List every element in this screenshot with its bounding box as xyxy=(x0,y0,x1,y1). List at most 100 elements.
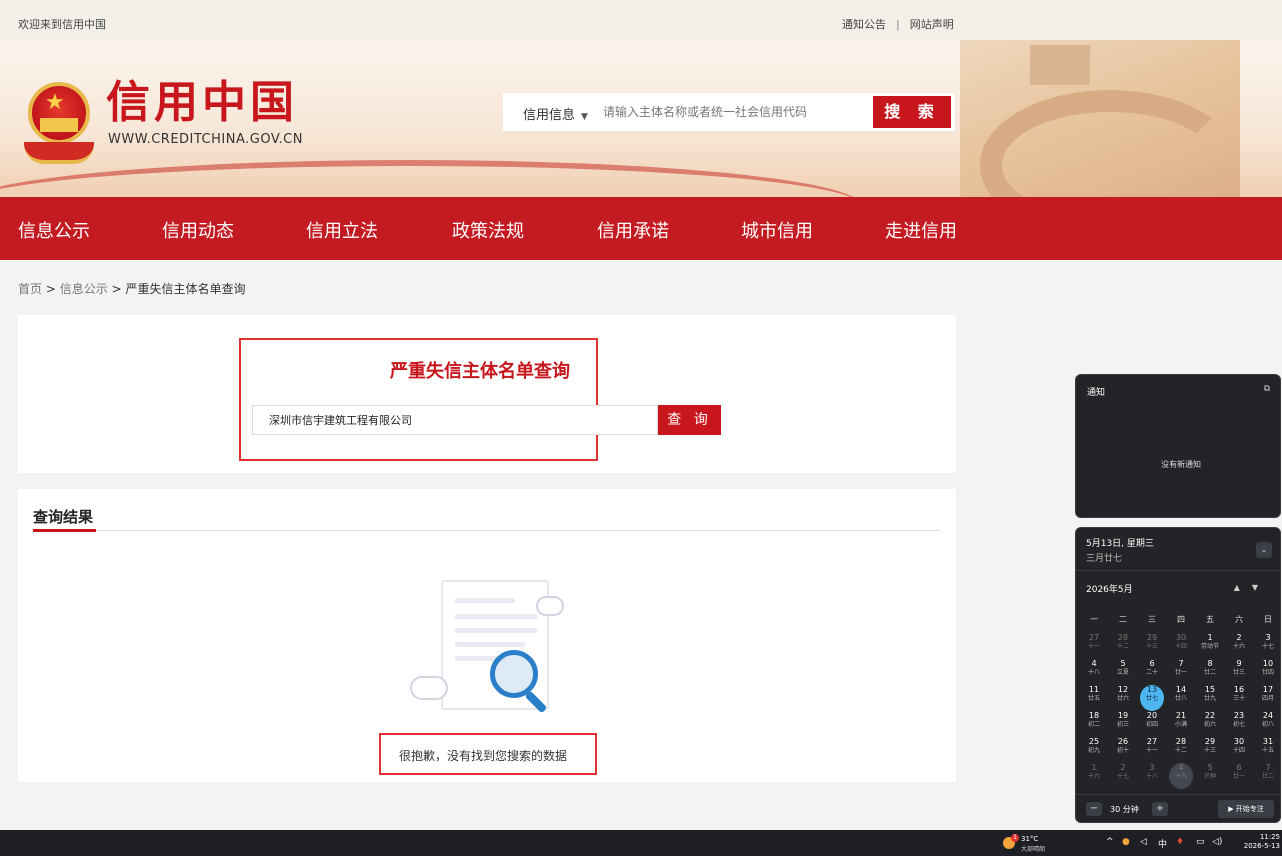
calendar-day[interactable]: 3 十七 xyxy=(1256,633,1280,659)
tray-display-icon[interactable]: ▭ xyxy=(1196,837,1205,847)
arrow-down-icon[interactable]: ▼ xyxy=(1252,583,1270,592)
header-search-button[interactable]: 搜 索 xyxy=(873,96,951,128)
calendar-day[interactable]: 23 初七 xyxy=(1227,711,1251,737)
nav-item-policies[interactable]: 政策法规 xyxy=(452,217,524,243)
calendar-day-number: 7 xyxy=(1265,763,1271,772)
calendar-day[interactable]: 17 四月 xyxy=(1256,685,1280,711)
calendar-day[interactable]: 30 十四 xyxy=(1169,633,1193,659)
results-title: 查询结果 xyxy=(33,508,94,526)
calendar-day[interactable]: 22 初六 xyxy=(1198,711,1222,737)
calendar-weekday: 二 xyxy=(1119,615,1127,624)
calendar-day-number: 2 xyxy=(1236,633,1242,642)
calendar-day-number: 7 xyxy=(1178,659,1184,668)
statement-link[interactable]: 网站声明 xyxy=(910,18,954,31)
calendar-day[interactable]: 28 十二 xyxy=(1111,633,1135,659)
calendar-day[interactable]: 24 初八 xyxy=(1256,711,1280,737)
query-title: 严重失信主体名单查询 xyxy=(390,361,570,382)
calendar-day[interactable]: 20 初四 xyxy=(1140,711,1164,737)
top-link-separator: | xyxy=(896,18,900,31)
query-button[interactable]: 查 询 xyxy=(658,405,721,435)
tray-ime[interactable]: 中 xyxy=(1158,837,1167,850)
calendar-day[interactable]: 26 初十 xyxy=(1111,737,1135,763)
arrow-up-icon[interactable]: ▲ xyxy=(1234,583,1252,592)
calendar-day[interactable]: 1 十六 xyxy=(1082,763,1106,789)
calendar-day-number: 9 xyxy=(1236,659,1242,668)
notice-link[interactable]: 通知公告 xyxy=(842,18,886,31)
calendar-day[interactable]: 29 十三 xyxy=(1198,737,1222,763)
nav-item-city-credit[interactable]: 城市信用 xyxy=(741,217,813,243)
calendar-day[interactable]: 9 廿三 xyxy=(1227,659,1251,685)
calendar-day[interactable]: 25 初九 xyxy=(1082,737,1106,763)
search-category-label: 信用信息 xyxy=(523,108,576,123)
taskbar-clock[interactable]: 11:25 2026-5-13 xyxy=(1242,833,1280,851)
calendar-day[interactable]: 2 十六 xyxy=(1227,633,1251,659)
tray-app2-icon[interactable]: ♦ xyxy=(1176,837,1184,847)
calendar-day[interactable]: 1 劳动节 xyxy=(1198,633,1222,659)
calendar-day[interactable]: 21 小满 xyxy=(1169,711,1193,737)
breadcrumb-home[interactable]: 首页 xyxy=(18,282,42,296)
calendar-day-number: 14 xyxy=(1175,685,1187,694)
notification-settings-icon[interactable]: ⧉ xyxy=(1264,384,1270,394)
breadcrumb-section[interactable]: 信息公示 xyxy=(60,282,108,296)
calendar-day-number: 13 xyxy=(1146,685,1158,694)
calendar-day[interactable]: 28 十二 xyxy=(1169,737,1193,763)
calendar-day[interactable]: 5 立夏 xyxy=(1111,659,1135,685)
welcome-text: 欢迎来到信用中国 xyxy=(18,18,106,31)
search-category-select[interactable]: 信用信息 ▼ xyxy=(523,104,588,123)
calendar-day[interactable]: 12 廿六 xyxy=(1111,685,1135,711)
calendar-day-number: 31 xyxy=(1262,737,1274,746)
tray-volume-icon[interactable]: ◁) xyxy=(1212,837,1222,847)
calendar-day[interactable]: 16 三十 xyxy=(1227,685,1251,711)
calendar-day[interactable]: 8 廿二 xyxy=(1198,659,1222,685)
calendar-day[interactable]: 18 初二 xyxy=(1082,711,1106,737)
nav-item-about-credit[interactable]: 走进信用 xyxy=(885,217,957,243)
calendar-day[interactable]: 3 十八 xyxy=(1140,763,1164,789)
calendar-day-number: 16 xyxy=(1233,685,1245,694)
nav-item-credit-commitment[interactable]: 信用承诺 xyxy=(597,217,669,243)
tray-app-icon[interactable]: ● xyxy=(1122,837,1130,847)
nav-item-credit-legislation[interactable]: 信用立法 xyxy=(306,217,378,243)
calendar-day[interactable]: 27 十一 xyxy=(1140,737,1164,763)
focus-increase-button[interactable]: + xyxy=(1152,802,1168,816)
calendar-day[interactable]: 29 十三 xyxy=(1140,633,1164,659)
calendar-day-number: 6 xyxy=(1149,659,1155,668)
calendar-day[interactable]: 30 十四 xyxy=(1227,737,1251,763)
query-input[interactable] xyxy=(252,405,658,435)
calendar-day[interactable]: 6 廿一 xyxy=(1227,763,1251,789)
tray-send-icon[interactable]: ◁ xyxy=(1140,837,1147,847)
calendar-day[interactable]: 10 廿四 xyxy=(1256,659,1280,685)
calendar-day-lunar: 廿九 xyxy=(1203,695,1216,702)
calendar-day[interactable]: 19 初三 xyxy=(1111,711,1135,737)
calendar-day[interactable]: 4 十九 xyxy=(1169,763,1193,789)
calendar-day-lunar: 十二 xyxy=(1116,643,1129,650)
calendar-day-today[interactable]: 13 廿七 xyxy=(1140,685,1164,711)
calendar-day[interactable]: 27 十一 xyxy=(1082,633,1106,659)
header-search-input[interactable] xyxy=(603,101,863,123)
focus-decrease-button[interactable]: − xyxy=(1086,802,1102,816)
start-focus-button[interactable]: ▶ 开始专注 xyxy=(1218,800,1274,818)
calendar-day[interactable]: 11 廿五 xyxy=(1082,685,1106,711)
calendar-day-lunar: 小满 xyxy=(1174,721,1187,728)
nav-item-credit-news[interactable]: 信用动态 xyxy=(162,217,234,243)
weather-widget[interactable]: 1 31°C 大部晴朗 xyxy=(1003,834,1053,854)
national-emblem-logo[interactable]: ★ xyxy=(22,80,96,170)
calendar-day[interactable]: 5 芒种 xyxy=(1198,763,1222,789)
site-logo-title[interactable]: 信用中国 xyxy=(106,78,298,128)
calendar-day-lunar: 十六 xyxy=(1087,773,1100,780)
calendar-day[interactable]: 7 廿一 xyxy=(1169,659,1193,685)
tray-chevron-up-icon[interactable]: ^ xyxy=(1106,837,1114,847)
calendar-month-arrows[interactable]: ▲▼ xyxy=(1234,583,1270,592)
calendar-day[interactable]: 14 廿八 xyxy=(1169,685,1193,711)
calendar-day[interactable]: 2 十七 xyxy=(1111,763,1135,789)
calendar-collapse-chevron-icon[interactable]: ⌄ xyxy=(1256,542,1272,558)
calendar-day[interactable]: 4 十八 xyxy=(1082,659,1106,685)
calendar-day[interactable]: 7 廿二 xyxy=(1256,763,1280,789)
calendar-day-lunar: 初八 xyxy=(1261,721,1274,728)
calendar-day[interactable]: 31 十五 xyxy=(1256,737,1280,763)
header-swoosh xyxy=(0,160,860,197)
calendar-day[interactable]: 15 廿九 xyxy=(1198,685,1222,711)
calendar-day[interactable]: 6 二十 xyxy=(1140,659,1164,685)
calendar-day-number: 6 xyxy=(1236,763,1242,772)
nav-item-info-disclosure[interactable]: 信息公示 xyxy=(18,217,90,243)
breadcrumb-separator: > xyxy=(111,282,122,296)
